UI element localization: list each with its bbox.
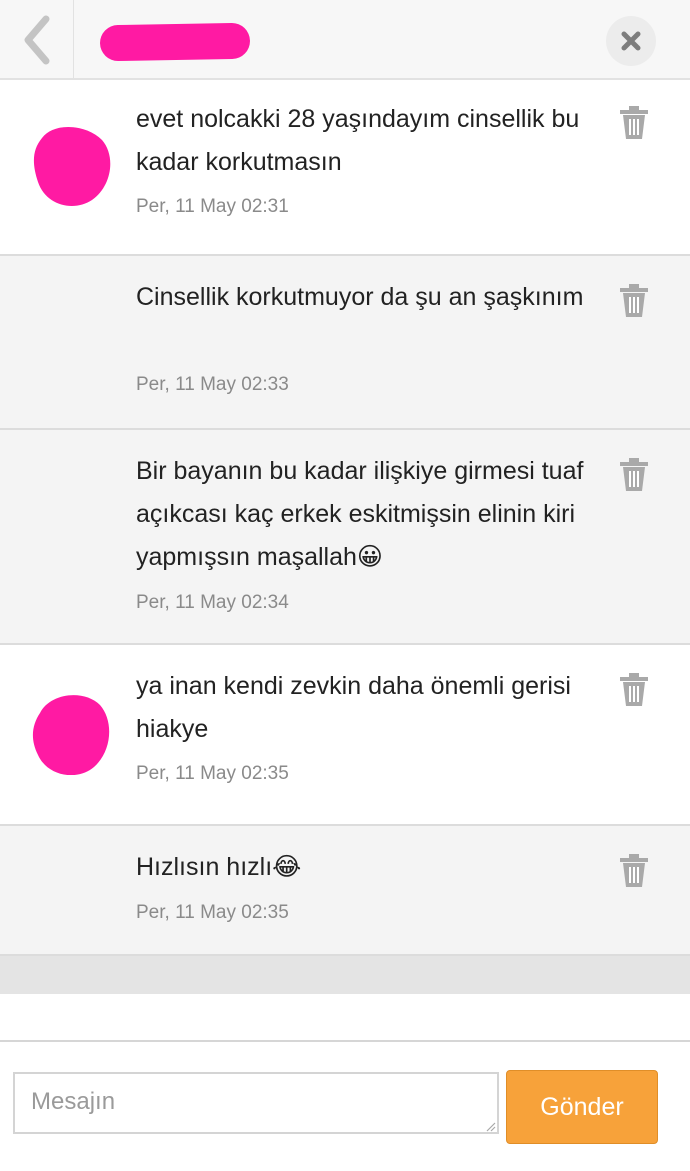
redacted-avatar — [33, 126, 111, 206]
chat-header — [0, 0, 690, 80]
message-input[interactable] — [13, 1072, 499, 1134]
trash-icon[interactable] — [619, 458, 649, 492]
redacted-avatar — [33, 695, 110, 775]
list-end-divider — [0, 956, 690, 994]
message-text: Hızlısın hızlı😂 — [136, 853, 302, 881]
message-timestamp: Per, 11 May 02:34 — [136, 592, 289, 613]
message-row: ya inan kendi zevkin daha önemli gerisi … — [0, 645, 690, 826]
message-timestamp: Per, 11 May 02:31 — [136, 196, 289, 217]
close-x-icon — [621, 31, 641, 51]
redacted-contact-name — [99, 22, 251, 62]
message-text: evet nolcakki 28 yaşındayım cinsellik bu… — [136, 105, 580, 176]
trash-icon[interactable] — [619, 673, 649, 707]
message-timestamp: Per, 11 May 02:35 — [136, 902, 289, 923]
message-composer: Gönder — [0, 1040, 690, 1171]
message-text: ya inan kendi zevkin daha önemli gerisi … — [136, 672, 571, 743]
send-button[interactable]: Gönder — [506, 1070, 658, 1144]
chevron-left-icon — [24, 15, 49, 65]
message-row: evet nolcakki 28 yaşındayım cinsellik bu… — [0, 82, 690, 256]
back-button[interactable] — [0, 0, 74, 80]
trash-icon[interactable] — [619, 284, 649, 318]
message-row: Bir bayanın bu kadar ilişkiye girmesi tu… — [0, 430, 690, 645]
close-button[interactable] — [606, 16, 656, 66]
message-row: Cinsellik korkutmuyor da şu an şaşkınım … — [0, 256, 690, 430]
trash-icon[interactable] — [619, 106, 649, 140]
message-timestamp: Per, 11 May 02:33 — [136, 374, 289, 395]
resize-grip-icon[interactable] — [484, 1120, 496, 1132]
message-text: Bir bayanın bu kadar ilişkiye girmesi tu… — [136, 457, 584, 571]
message-text: Cinsellik korkutmuyor da şu an şaşkınım — [136, 283, 584, 311]
message-timestamp: Per, 11 May 02:35 — [136, 763, 289, 784]
message-row: Hızlısın hızlı😂 Per, 11 May 02:35 — [0, 826, 690, 956]
trash-icon[interactable] — [619, 854, 649, 888]
